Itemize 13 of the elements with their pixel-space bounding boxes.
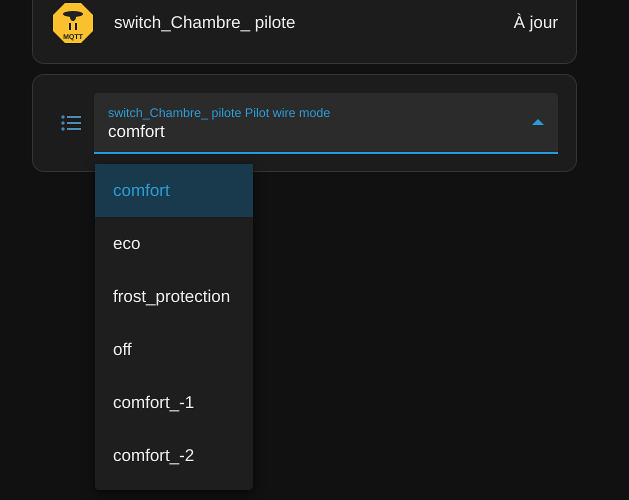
menu-option[interactable]: frost_protection [95,270,253,323]
menu-option[interactable]: comfort_-1 [95,376,253,429]
menu-option[interactable]: comfort [95,164,253,217]
caret-icon [532,119,544,125]
device-name: switch_Chambre_ pilote [114,12,296,32]
update-status: À jour [514,12,558,32]
menu-option[interactable]: eco [95,217,253,270]
menu-option[interactable]: off [95,323,253,376]
list-icon [61,115,81,131]
select-label: switch_Chambre_ pilote Pilot wire mode [108,106,332,120]
select-value: comfort [108,122,166,142]
mode-select[interactable]: switch_Chambre_ pilote Pilot wire mode comfort [94,92,558,154]
menu-option[interactable]: comfort_-2 [95,429,253,482]
